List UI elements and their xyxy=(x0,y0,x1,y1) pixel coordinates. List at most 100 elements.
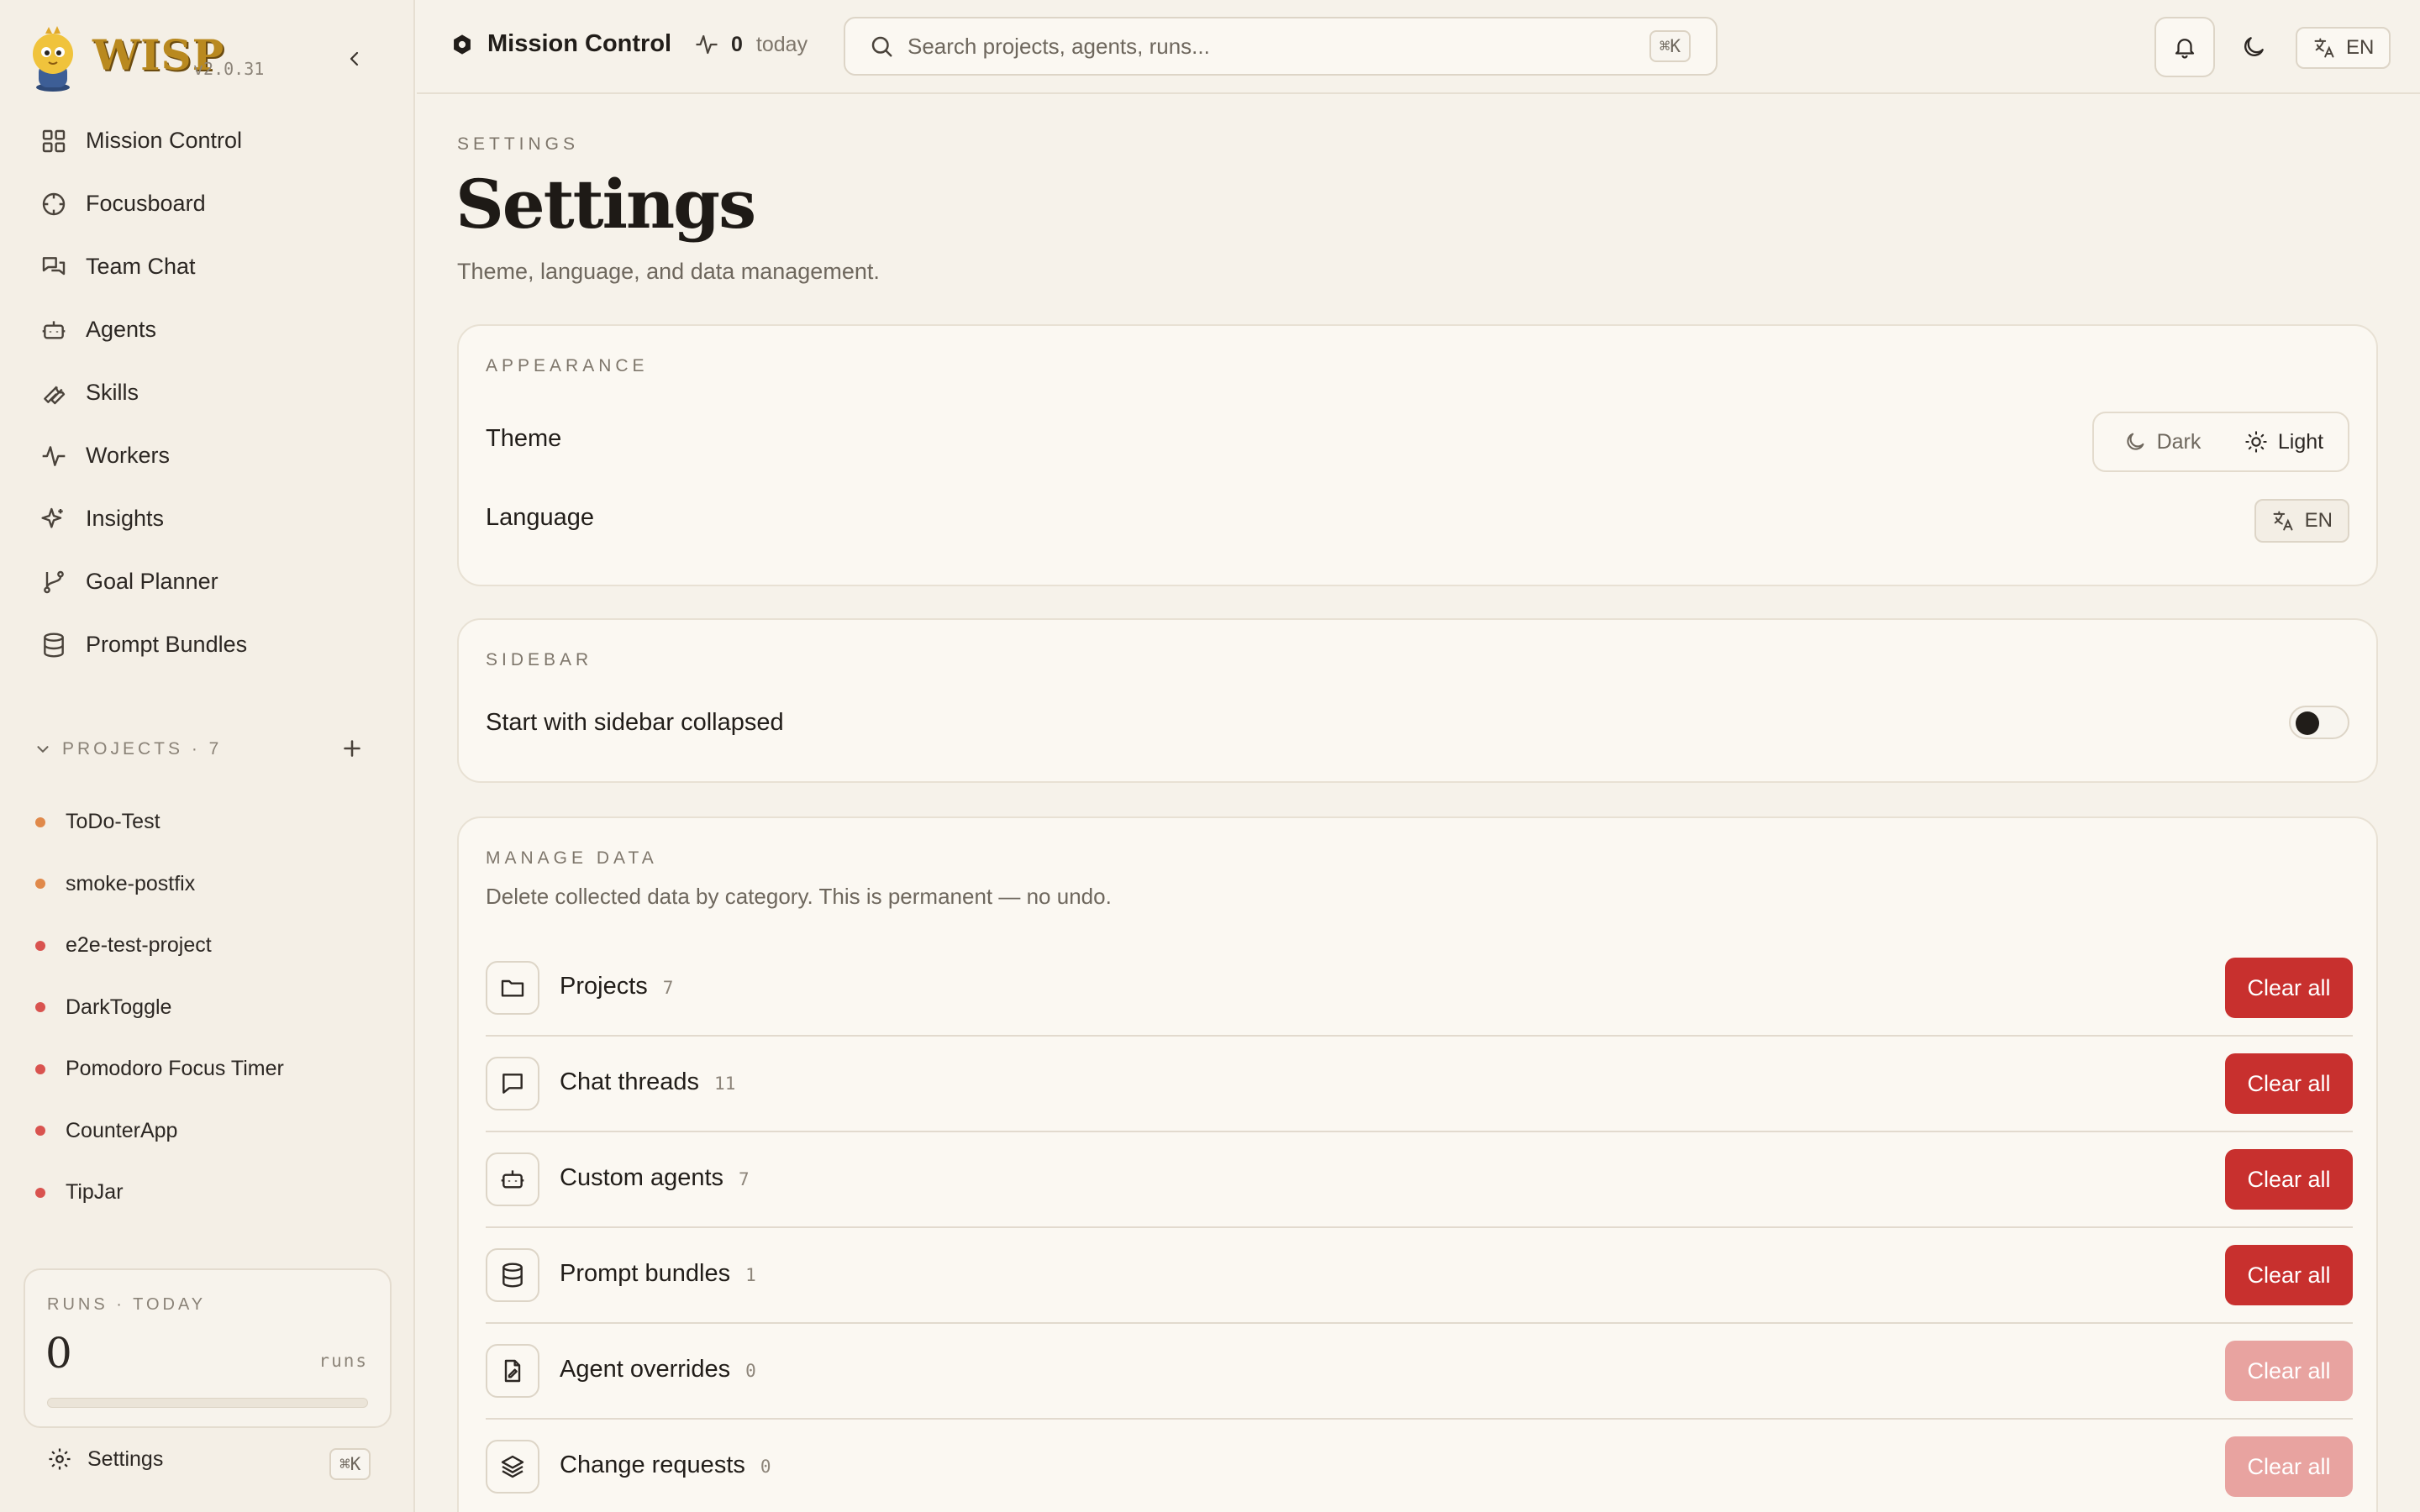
sidebar-item-workers[interactable]: Workers xyxy=(24,424,393,487)
project-name: ToDo-Test xyxy=(66,810,160,834)
data-row-name: Projects xyxy=(560,973,648,1000)
sidebar: WISP v2.0.31 Mission Control Focusboard … xyxy=(0,0,415,1512)
sidebar-item-prompt-bundles[interactable]: Prompt Bundles xyxy=(24,613,393,676)
project-status-dot xyxy=(35,816,45,827)
data-row-count: 7 xyxy=(662,978,674,998)
sidebar-item-skills[interactable]: Skills xyxy=(24,361,393,424)
project-name: TipJar xyxy=(66,1180,124,1205)
grid-icon xyxy=(42,129,66,152)
project-list: ToDo-Test smoke-postfix e2e-test-project… xyxy=(35,791,388,1224)
theme-dark-option[interactable]: Dark xyxy=(2099,417,2225,466)
clear-custom-agents-button[interactable]: Clear all xyxy=(2225,1149,2353,1210)
search-bar[interactable]: ⌘K xyxy=(844,17,1718,76)
data-row-count: 0 xyxy=(745,1361,756,1381)
data-row-chat-threads: Chat threads 11 Clear all xyxy=(486,1037,2353,1132)
clear-agent-overrides-button[interactable]: Clear all xyxy=(2225,1341,2353,1401)
data-row-agent-overrides: Agent overrides 0 Clear all xyxy=(486,1324,2353,1420)
sidebar-item-label: Agents xyxy=(86,317,157,342)
sidebar-item-team-chat[interactable]: Team Chat xyxy=(24,235,393,298)
search-input[interactable] xyxy=(908,33,1622,60)
clear-prompt-bundles-button[interactable]: Clear all xyxy=(2225,1245,2353,1305)
page-subtitle: Theme, language, and data management. xyxy=(457,259,880,284)
project-status-dot xyxy=(35,1187,45,1198)
data-row-name: Custom agents xyxy=(560,1164,724,1191)
sidebar-nav: Mission Control Focusboard Team Chat Age… xyxy=(24,109,393,676)
translate-icon xyxy=(2314,38,2334,58)
project-status-dot xyxy=(35,940,45,951)
prompt-bundles-tile xyxy=(486,1248,539,1302)
project-item[interactable]: CounterApp xyxy=(35,1100,388,1163)
clear-chat-threads-button[interactable]: Clear all xyxy=(2225,1053,2353,1114)
project-status-dot xyxy=(35,1126,45,1137)
mascot-logo-icon xyxy=(33,26,73,92)
data-row-count: 1 xyxy=(745,1265,756,1285)
sun-icon xyxy=(2245,431,2267,453)
collapse-sidebar-button[interactable] xyxy=(339,44,370,74)
crosshair-icon xyxy=(42,192,66,215)
hexagon-logo-icon xyxy=(454,34,471,55)
translate-icon xyxy=(2273,511,2293,531)
project-item[interactable]: DarkToggle xyxy=(35,977,388,1039)
top-bar: Mission Control 0 today ⌘K EN xyxy=(417,0,2420,94)
bell-icon xyxy=(2175,39,2195,59)
database-icon xyxy=(502,1263,523,1288)
sidebar-item-agents[interactable]: Agents xyxy=(24,298,393,361)
app-version: v2.0.31 xyxy=(193,59,265,79)
sidebar-item-label: Team Chat xyxy=(86,254,196,279)
moon-icon xyxy=(2127,433,2144,450)
sparkles-icon xyxy=(41,507,63,528)
project-item[interactable]: Pomodoro Focus Timer xyxy=(35,1038,388,1100)
folder-icon xyxy=(501,979,524,997)
sidebar-item-label: Workers xyxy=(86,443,171,468)
sidebar-collapse-toggle[interactable] xyxy=(2289,706,2349,739)
data-row-name: Prompt bundles xyxy=(560,1260,731,1287)
runs-today-indicator[interactable]: 0 today xyxy=(694,32,808,57)
sidebar-item-settings[interactable]: Settings xyxy=(47,1446,163,1472)
breadcrumb[interactable]: Mission Control xyxy=(450,30,671,58)
add-project-button[interactable] xyxy=(338,734,366,763)
robot-icon xyxy=(501,1170,524,1189)
project-status-dot xyxy=(35,1002,45,1013)
data-row-label: Projects 7 xyxy=(560,973,673,1000)
notifications-button[interactable] xyxy=(2154,17,2215,77)
project-item[interactable]: TipJar xyxy=(35,1162,388,1224)
sidebar-item-focusboard[interactable]: Focusboard xyxy=(24,172,393,235)
sidebar-item-goal-planner[interactable]: Goal Planner xyxy=(24,550,393,613)
data-row-custom-agents: Custom agents 7 Clear all xyxy=(486,1132,2353,1228)
sidebar-item-label: Focusboard xyxy=(86,191,206,216)
data-row-count: 0 xyxy=(760,1457,771,1477)
data-row-change-requests: Change requests 0 Clear all xyxy=(486,1420,2353,1512)
agent-overrides-tile xyxy=(486,1344,539,1398)
clear-projects-button[interactable]: Clear all xyxy=(2225,958,2353,1018)
manage-data-description: Delete collected data by category. This … xyxy=(486,884,1112,909)
theme-toggle-button[interactable] xyxy=(2223,17,2284,77)
search-icon xyxy=(871,36,892,57)
settings-page: SETTINGS Settings Theme, language, and d… xyxy=(417,94,2420,1512)
brand[interactable]: WISP v2.0.31 xyxy=(27,25,380,96)
sidebar-item-label: Goal Planner xyxy=(86,569,218,594)
runs-card-label: RUNS · TODAY xyxy=(47,1295,207,1314)
clear-change-requests-button[interactable]: Clear all xyxy=(2225,1436,2353,1497)
language-switcher[interactable]: EN xyxy=(2296,27,2391,69)
projects-section-toggle[interactable]: PROJECTS · 7 xyxy=(34,734,370,764)
sidebar-settings-card: SIDEBAR Start with sidebar collapsed xyxy=(457,618,2378,783)
sidebar-item-label: Skills xyxy=(86,380,139,405)
page-eyebrow: SETTINGS xyxy=(457,134,580,154)
project-name: Pomodoro Focus Timer xyxy=(66,1057,284,1081)
plus-icon xyxy=(344,740,360,757)
data-row-label: Agent overrides 0 xyxy=(560,1356,756,1383)
project-item[interactable]: e2e-test-project xyxy=(35,915,388,977)
chat-threads-tile xyxy=(486,1057,539,1110)
theme-light-option[interactable]: Light xyxy=(2225,417,2343,466)
chat-bubbles-icon xyxy=(42,256,66,275)
project-name: smoke-postfix xyxy=(66,871,196,895)
appearance-section-label: APPEARANCE xyxy=(486,356,649,375)
theme-dark-label: Dark xyxy=(2156,429,2202,454)
project-item[interactable]: smoke-postfix xyxy=(35,853,388,916)
wrench-icon xyxy=(44,386,66,404)
language-select[interactable]: EN xyxy=(2254,499,2349,543)
activity-icon xyxy=(42,445,66,466)
project-item[interactable]: ToDo-Test xyxy=(35,791,388,853)
sidebar-item-mission-control[interactable]: Mission Control xyxy=(24,109,393,172)
sidebar-item-insights[interactable]: Insights xyxy=(24,487,393,550)
